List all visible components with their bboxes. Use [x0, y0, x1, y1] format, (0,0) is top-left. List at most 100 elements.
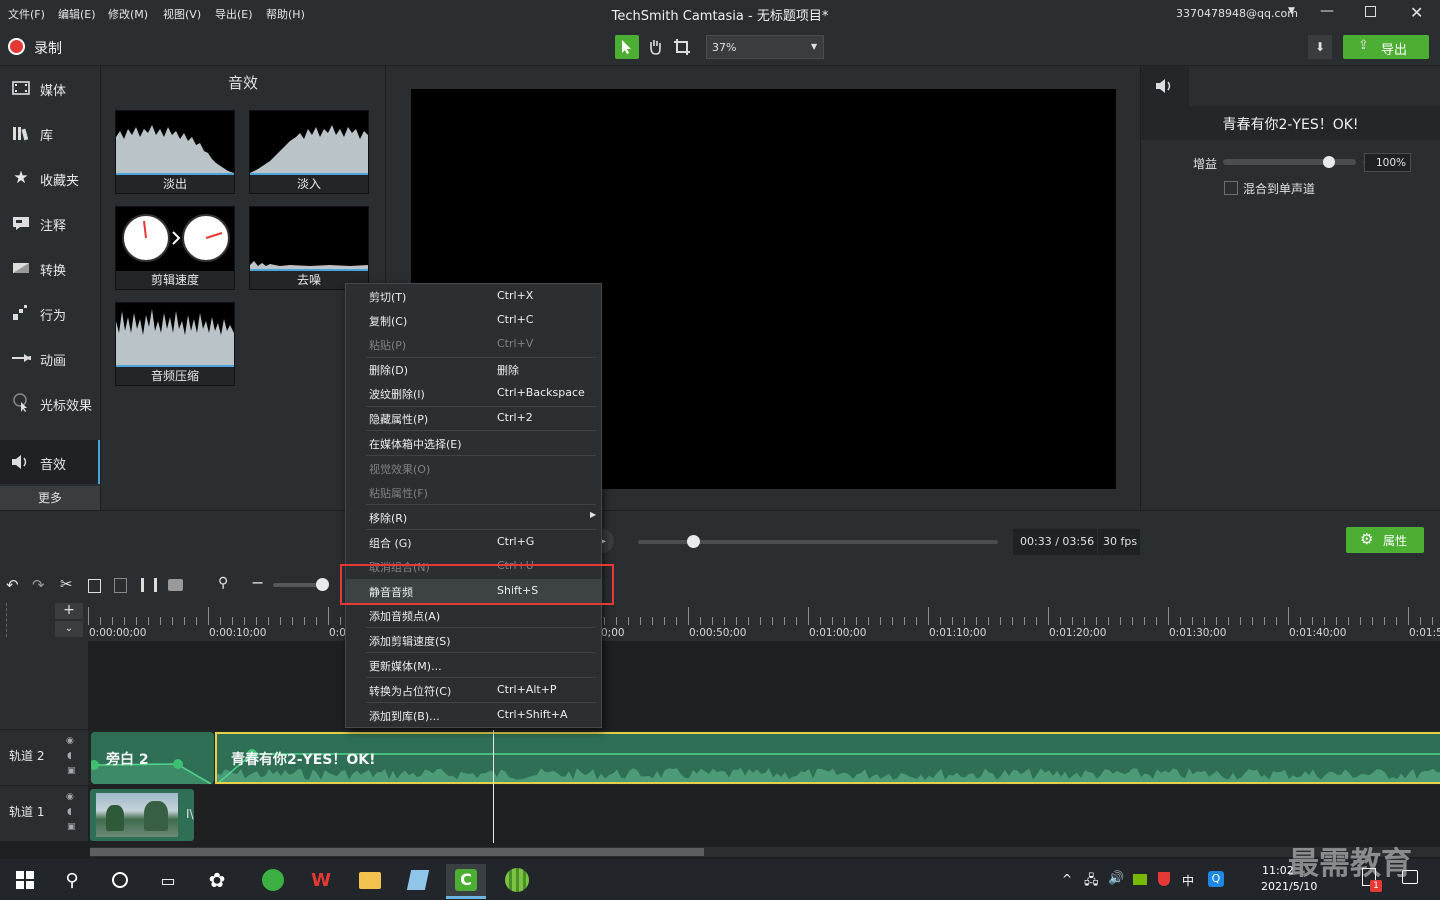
time-ruler[interactable]: 0:00:00;00 0:00:10;00 0:0 0;00 0:00:50;0…: [88, 601, 1440, 641]
windows-start-icon[interactable]: [5, 864, 45, 896]
folder-icon[interactable]: [350, 864, 390, 896]
audio-properties-tab[interactable]: [1141, 66, 1189, 106]
nav-item-cursor-effects[interactable]: 光标效果: [0, 381, 100, 425]
zoom-out-icon[interactable]: −: [251, 573, 264, 592]
close-icon[interactable]: ✕: [1410, 3, 1423, 22]
crop-tool-icon[interactable]: [670, 35, 694, 59]
qq-icon[interactable]: Q: [1208, 871, 1224, 887]
eye-icon[interactable]: ◉: [66, 736, 74, 746]
network-icon[interactable]: 🖧: [1084, 871, 1099, 893]
clip-music[interactable]: 青春有你2-YES！OK!: [215, 732, 1440, 784]
effect-noise-removal[interactable]: 去噪: [249, 206, 369, 290]
cut-icon[interactable]: ✂: [60, 575, 73, 593]
pan-tool-icon[interactable]: [643, 35, 667, 59]
menu-item-paste-properties[interactable]: 粘贴属性(F): [346, 480, 601, 504]
chevron-down-icon[interactable]: ▼: [1288, 6, 1295, 16]
timeline-scrollbar[interactable]: [90, 847, 1440, 857]
nvidia-icon[interactable]: [1133, 874, 1147, 885]
zoom-slider-handle[interactable]: [316, 578, 329, 591]
camtasia-icon[interactable]: C: [446, 864, 486, 896]
menu-item-add-audio-point[interactable]: 添加音频点(A): [346, 603, 601, 627]
redo-icon[interactable]: ↷: [32, 576, 45, 594]
zoom-select[interactable]: 37% ▼: [706, 35, 824, 59]
shield-icon[interactable]: [1158, 872, 1170, 886]
menu-item-delete[interactable]: 删除(D) 删除: [346, 357, 601, 381]
nav-item-behaviors[interactable]: 行为: [0, 291, 100, 335]
menu-item-remove[interactable]: 移除(R) ▶: [346, 505, 601, 529]
more-button[interactable]: 更多: [0, 486, 100, 510]
track-1-header[interactable]: 轨道 1 ◉ ◖ ▣: [0, 786, 88, 841]
nav-item-library[interactable]: 库: [0, 111, 100, 155]
eye-icon[interactable]: ◉: [66, 792, 74, 802]
notepad-icon[interactable]: [398, 864, 438, 896]
effect-fade-out[interactable]: 淡出: [115, 110, 235, 194]
nav-item-audio-effects[interactable]: 音效: [0, 440, 100, 484]
select-tool-icon[interactable]: [615, 35, 639, 59]
maximize-icon[interactable]: [1365, 6, 1376, 17]
scrubber-handle[interactable]: [687, 535, 700, 548]
chevron-down-icon[interactable]: ⌄: [55, 621, 83, 637]
menu-item-update-media[interactable]: 更新媒体(M)...: [346, 653, 601, 677]
nav-item-annotations[interactable]: 注释: [0, 201, 100, 245]
gain-slider-handle[interactable]: [1323, 156, 1336, 168]
split-icon[interactable]: [141, 578, 157, 592]
mono-checkbox[interactable]: [1224, 181, 1238, 195]
app-icon[interactable]: [497, 864, 537, 896]
highlight-box: [340, 564, 614, 605]
menu-item-copy[interactable]: 复制(C) Ctrl+C: [346, 308, 601, 332]
speaker-icon[interactable]: ◖: [67, 807, 72, 817]
effect-clip-speed[interactable]: 剪辑速度: [115, 206, 235, 290]
copy-icon[interactable]: [88, 579, 101, 593]
add-track-icon[interactable]: +: [55, 603, 83, 619]
undo-icon[interactable]: ↶: [6, 576, 19, 594]
export-button[interactable]: ⇪ 导出: [1343, 35, 1429, 59]
menu-item-select-in-bin[interactable]: 在媒体箱中选择(E): [346, 431, 601, 455]
effect-fade-in[interactable]: 淡入: [249, 110, 369, 194]
properties-button[interactable]: ⚙ 属性: [1346, 527, 1424, 553]
menu-item-add-clip-speed[interactable]: 添加剪辑速度(S): [346, 628, 601, 652]
menu-item-add-to-library[interactable]: 添加到库(B)... Ctrl+Shift+A: [346, 703, 601, 727]
task-view-icon[interactable]: ▭: [148, 864, 188, 896]
lock-icon[interactable]: ▣: [67, 766, 76, 776]
browser-icon[interactable]: [253, 864, 293, 896]
clip-video[interactable]: I\: [90, 789, 194, 841]
chevron-up-icon[interactable]: ^: [1062, 872, 1072, 886]
account-menu[interactable]: 3370478948@qq.com: [1176, 7, 1298, 20]
gain-input[interactable]: 100%: [1364, 153, 1411, 172]
menu-item-hide-properties[interactable]: 隐藏属性(P) Ctrl+2: [346, 406, 601, 430]
playhead[interactable]: [493, 730, 494, 843]
nav-item-media[interactable]: 媒体: [0, 66, 100, 110]
paste-icon[interactable]: [114, 578, 127, 593]
minimize-icon[interactable]: —: [1320, 3, 1334, 19]
nav-item-favorites[interactable]: ★ 收藏夹: [0, 156, 100, 200]
menu-item-visual-effects[interactable]: 视觉效果(O): [346, 456, 601, 480]
timeline-zoom-slider[interactable]: [273, 578, 329, 591]
volume-icon[interactable]: 🔊: [1108, 871, 1124, 886]
app-icon[interactable]: ✿: [197, 864, 237, 896]
effect-audio-compression[interactable]: 音频压缩: [115, 302, 235, 386]
speaker-icon[interactable]: ◖: [67, 751, 72, 761]
nav-item-animations[interactable]: 动画: [0, 336, 100, 380]
lock-icon[interactable]: ▣: [67, 822, 76, 832]
download-icon[interactable]: ⬇: [1308, 35, 1332, 59]
camera-icon[interactable]: [168, 579, 183, 591]
scrollbar-thumb[interactable]: [90, 848, 704, 856]
search-icon[interactable]: ⚲: [52, 864, 92, 896]
track-2-header[interactable]: 轨道 2 ◉ ◖ ▣: [0, 730, 88, 785]
gain-slider[interactable]: [1223, 156, 1356, 168]
menu-item-convert-placeholder[interactable]: 转换为占位符(C) Ctrl+Alt+P: [346, 678, 601, 702]
search-icon[interactable]: ⚲: [218, 575, 228, 591]
record-icon[interactable]: [8, 38, 25, 55]
playback-scrubber[interactable]: [638, 535, 998, 548]
wps-icon[interactable]: W: [301, 864, 341, 896]
menu-item-ripple-delete[interactable]: 波纹删除(I) Ctrl+Backspace: [346, 381, 601, 405]
menu-item-group[interactable]: 组合 (G) Ctrl+G: [346, 530, 601, 554]
magnet-icon[interactable]: [6, 603, 40, 637]
nav-item-transitions[interactable]: 转换: [0, 246, 100, 290]
clip-narration[interactable]: 旁白 2: [91, 732, 214, 784]
ime-indicator[interactable]: 中: [1182, 872, 1194, 889]
menu-item-cut[interactable]: 剪切(T) Ctrl+X: [346, 284, 601, 308]
cortana-icon[interactable]: [100, 864, 140, 896]
record-button[interactable]: 录制: [34, 38, 62, 58]
menu-item-paste[interactable]: 粘贴(P) Ctrl+V: [346, 332, 601, 356]
